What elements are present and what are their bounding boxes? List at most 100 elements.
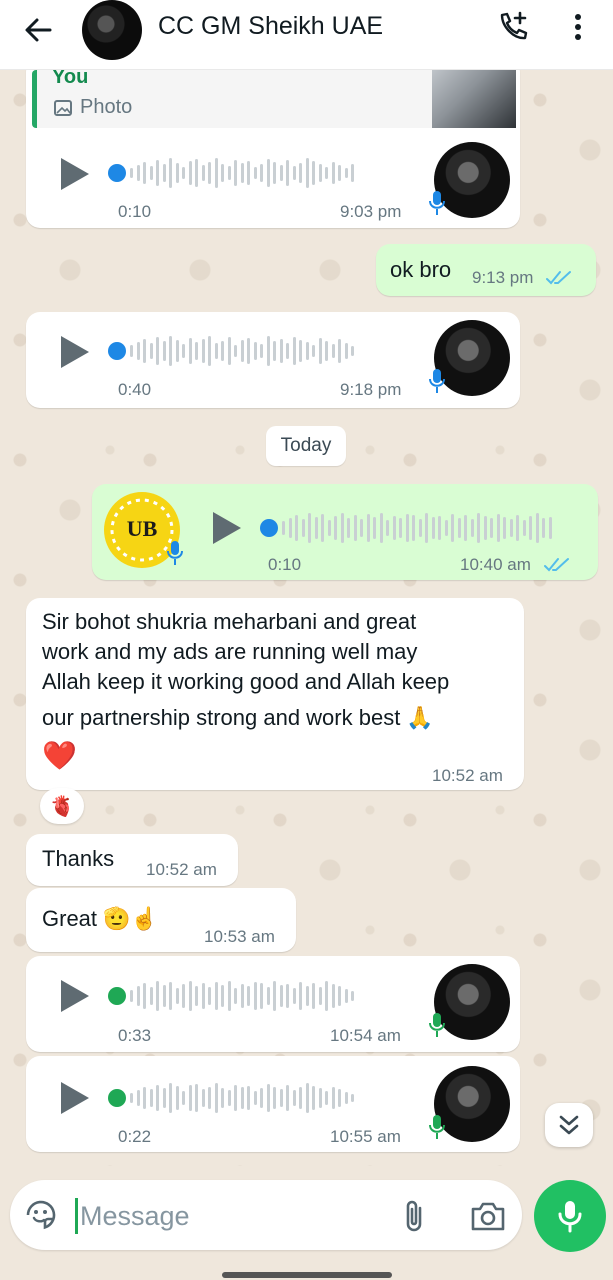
message-text-line: our partnership strong and work best 🙏 bbox=[42, 705, 434, 730]
waveform-bar bbox=[444, 520, 448, 536]
waveform-bar bbox=[195, 986, 198, 1006]
waveform-bar bbox=[457, 518, 461, 538]
waveform-bar bbox=[253, 982, 257, 1010]
waveform-bar bbox=[143, 1087, 146, 1109]
waveform-bar bbox=[175, 1086, 179, 1110]
waveform-bar bbox=[312, 983, 315, 1009]
waveform-bar bbox=[130, 168, 133, 178]
playback-dot[interactable] bbox=[108, 342, 126, 360]
message-reaction[interactable]: 🫀 bbox=[40, 788, 84, 824]
mic-icon bbox=[167, 541, 183, 565]
play-icon[interactable] bbox=[58, 334, 92, 370]
playback-dot[interactable] bbox=[108, 1089, 126, 1107]
play-icon[interactable] bbox=[58, 1080, 92, 1116]
waveform-bar bbox=[266, 159, 270, 187]
waveform-bar bbox=[214, 1083, 218, 1113]
waveform-bar bbox=[169, 1083, 172, 1113]
waveform-bar bbox=[149, 166, 153, 180]
waveform-bar bbox=[279, 985, 283, 1007]
waveform-bar bbox=[175, 163, 179, 183]
more-vert-icon[interactable] bbox=[568, 12, 588, 42]
contact-name[interactable]: CC GM Sheikh UAE bbox=[158, 12, 383, 41]
waveform[interactable] bbox=[282, 510, 552, 546]
waveform-bar bbox=[292, 166, 296, 180]
add-call-icon[interactable] bbox=[496, 10, 530, 44]
waveform-bar bbox=[312, 1086, 315, 1110]
waveform-bar bbox=[286, 343, 289, 359]
waveform-bar bbox=[208, 1087, 211, 1109]
waveform[interactable] bbox=[130, 333, 354, 369]
waveform-bar bbox=[247, 986, 250, 1006]
waveform-bar bbox=[292, 988, 296, 1004]
waveform-bar bbox=[490, 518, 493, 538]
waveform-bar bbox=[522, 520, 526, 536]
waveform-bar bbox=[169, 158, 172, 188]
waveform-bar bbox=[260, 1088, 263, 1108]
reply-type-label: Photo bbox=[80, 96, 133, 118]
waveform-bar bbox=[156, 160, 159, 186]
waveform-bar bbox=[327, 520, 331, 536]
play-icon[interactable] bbox=[210, 510, 244, 546]
waveform-bar bbox=[282, 521, 285, 535]
text-caret bbox=[75, 1198, 78, 1234]
waveform-bar bbox=[208, 987, 211, 1005]
message-text: Great 🫡☝️ bbox=[42, 906, 158, 931]
waveform-bar bbox=[156, 337, 159, 365]
waveform-bar bbox=[149, 343, 153, 359]
waveform-bar bbox=[399, 518, 402, 538]
waveform-bar bbox=[214, 343, 218, 359]
waveform-bar bbox=[331, 162, 335, 184]
message-time: 10:53 am bbox=[204, 927, 275, 946]
waveform-bar bbox=[201, 339, 205, 363]
waveform-bar bbox=[162, 341, 166, 361]
playback-dot[interactable] bbox=[108, 164, 126, 182]
waveform-bar bbox=[451, 514, 454, 542]
waveform-bar bbox=[227, 1090, 231, 1106]
waveform[interactable] bbox=[130, 978, 354, 1014]
message-text: Thanks bbox=[42, 846, 115, 871]
playback-dot[interactable] bbox=[108, 987, 126, 1005]
playback-dot[interactable] bbox=[260, 519, 278, 537]
waveform-bar bbox=[340, 513, 344, 543]
message-time: 10:52 am bbox=[432, 766, 503, 785]
waveform-bar bbox=[260, 344, 263, 358]
waveform-bar bbox=[273, 1087, 276, 1109]
waveform-bar bbox=[130, 345, 133, 357]
waveform-bar bbox=[405, 514, 409, 542]
read-ticks-icon bbox=[544, 558, 569, 572]
waveform-bar bbox=[338, 986, 341, 1006]
back-arrow-icon[interactable] bbox=[22, 14, 54, 46]
waveform-bar bbox=[318, 164, 322, 182]
waveform-bar bbox=[286, 160, 289, 186]
message-text-line: Sir bohot shukria meharbani and great bbox=[42, 609, 417, 634]
waveform-bar bbox=[221, 1088, 224, 1108]
message-time: 10:55 am bbox=[330, 1127, 401, 1146]
waveform-bar bbox=[221, 985, 224, 1007]
waveform-bar bbox=[331, 344, 335, 358]
waveform-bar bbox=[247, 161, 250, 185]
message-time: 10:54 am bbox=[330, 1026, 401, 1045]
message-input[interactable] bbox=[80, 1196, 380, 1236]
message-time: 9:03 pm bbox=[340, 202, 402, 221]
waveform[interactable] bbox=[130, 1080, 354, 1116]
message-text-line: work and my ads are running well may bbox=[42, 639, 418, 664]
scroll-to-bottom-button[interactable] bbox=[545, 1103, 593, 1147]
waveform-bar bbox=[221, 341, 224, 361]
sticker-icon[interactable] bbox=[24, 1198, 58, 1232]
attach-icon[interactable] bbox=[400, 1198, 430, 1234]
waveform[interactable] bbox=[130, 155, 354, 191]
contact-avatar[interactable] bbox=[82, 0, 142, 60]
waveform-bar bbox=[130, 990, 133, 1002]
waveform-bar bbox=[299, 982, 302, 1010]
double-chevron-down-icon bbox=[559, 1115, 579, 1135]
play-icon[interactable] bbox=[58, 156, 92, 192]
waveform-bar bbox=[253, 167, 257, 179]
waveform-bar bbox=[503, 517, 506, 539]
waveform-bar bbox=[221, 164, 224, 182]
waveform-bar bbox=[344, 989, 348, 1003]
mic-icon bbox=[429, 1013, 445, 1037]
camera-icon[interactable] bbox=[470, 1200, 506, 1232]
play-icon[interactable] bbox=[58, 978, 92, 1014]
voice-record-button[interactable] bbox=[534, 1180, 606, 1252]
waveform-bar bbox=[292, 337, 296, 365]
